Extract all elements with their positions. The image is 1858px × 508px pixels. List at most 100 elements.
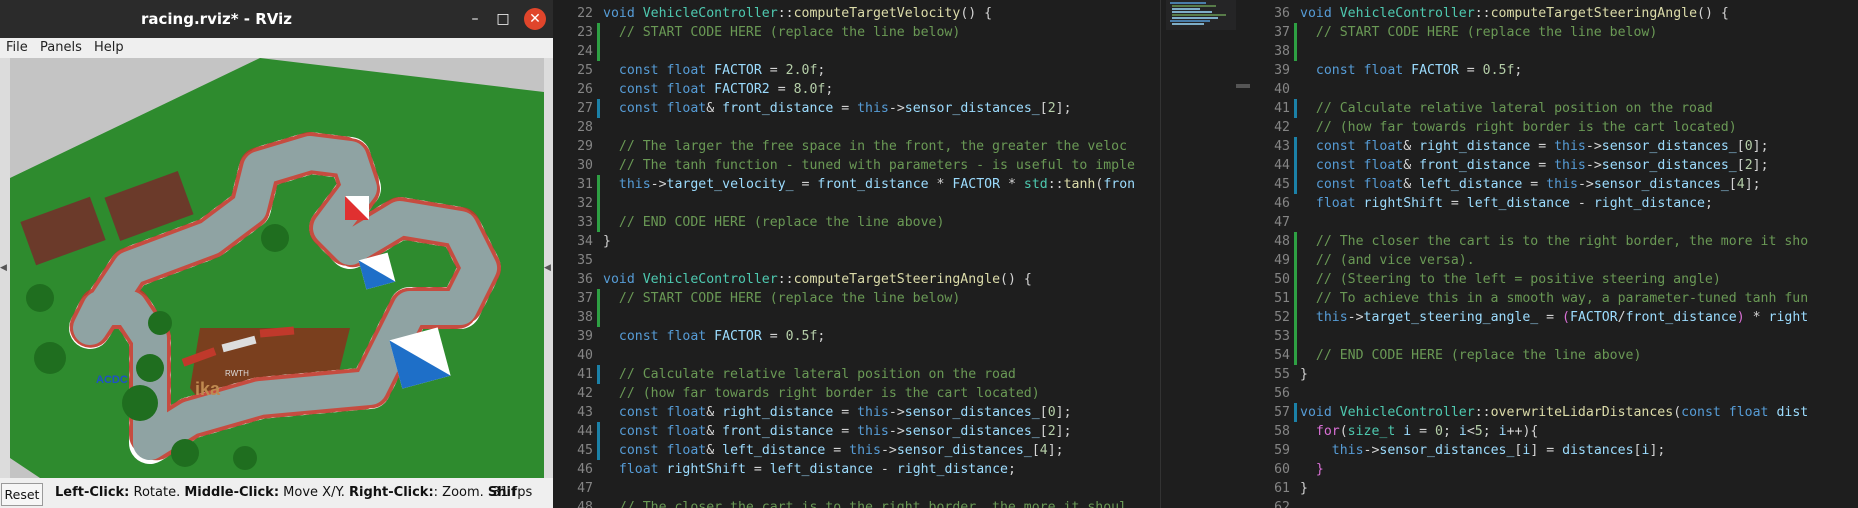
right-code-line[interactable]: 45 const float& left_distance = this->se… bbox=[1250, 175, 1761, 194]
git-change-marker bbox=[597, 175, 600, 232]
editor-pane-left[interactable]: 22 void VehicleController::computeTargetV… bbox=[553, 0, 1160, 508]
fps-counter: 31 fps bbox=[492, 485, 533, 500]
right-code-line[interactable]: 37 // START CODE HERE (replace the line … bbox=[1250, 23, 1657, 42]
right-code-line[interactable]: 60 } bbox=[1250, 460, 1324, 479]
left-code-line[interactable]: 25 const float FACTOR = 2.0f; bbox=[553, 61, 825, 80]
left-code-line[interactable]: 24 bbox=[553, 42, 603, 61]
menu-panels[interactable]: Panels bbox=[40, 40, 82, 55]
right-code-line[interactable]: 57 void VehicleController::overwriteLidar… bbox=[1250, 403, 1808, 422]
code-token: ]; bbox=[1055, 405, 1072, 420]
left-code-line[interactable]: 48 // The closer the cart is to the righ… bbox=[553, 498, 1127, 508]
right-dock-handle[interactable]: ◀ bbox=[544, 58, 553, 478]
right-code-line[interactable]: 62 bbox=[1250, 498, 1300, 508]
code-token: // (how far towards right border is the … bbox=[618, 386, 1040, 401]
code-token: ; bbox=[1482, 424, 1499, 439]
logo-ika: ika bbox=[195, 379, 221, 399]
left-code-line[interactable]: 42 // (how far towards right border is t… bbox=[553, 384, 1040, 403]
left-code-line[interactable]: 41 // Calculate relative lateral positio… bbox=[553, 365, 1016, 384]
code-token: void bbox=[1300, 6, 1340, 21]
left-code-line[interactable]: 46 float rightShift = left_distance - ri… bbox=[553, 460, 1016, 479]
right-code-line[interactable]: 40 bbox=[1250, 80, 1300, 99]
left-code-line[interactable]: 28 bbox=[553, 118, 603, 137]
code-token: dist bbox=[1776, 405, 1809, 420]
code-token: * bbox=[928, 177, 953, 192]
window-title: racing.rviz* - RViz bbox=[141, 10, 292, 28]
left-code-line[interactable]: 39 const float FACTOR = 0.5f; bbox=[553, 327, 825, 346]
code-token: // START CODE HERE (replace the line bel… bbox=[1315, 25, 1658, 40]
right-code-line[interactable]: 39 const float FACTOR = 0.5f; bbox=[1250, 61, 1522, 80]
right-code-line[interactable]: 44 const float& front_distance = this->s… bbox=[1250, 156, 1768, 175]
right-code-line[interactable]: 42 // (how far towards right border is t… bbox=[1250, 118, 1737, 137]
code-token: FACTOR bbox=[1570, 310, 1618, 325]
right-code-line[interactable]: 52 this->target_steering_angle_ = (FACTO… bbox=[1250, 308, 1808, 327]
code-token: float bbox=[618, 462, 667, 477]
line-number: 38 bbox=[577, 310, 593, 325]
left-code-line[interactable]: 33 // END CODE HERE (replace the line ab… bbox=[553, 213, 944, 232]
minimap-slider[interactable] bbox=[1236, 84, 1250, 88]
right-code-line[interactable]: 50 // (Steering to the left = positive s… bbox=[1250, 270, 1721, 289]
right-code-line[interactable]: 53 bbox=[1250, 327, 1300, 346]
left-code-line[interactable]: 32 bbox=[553, 194, 603, 213]
right-code-line[interactable]: 38 bbox=[1250, 42, 1300, 61]
minimap-column[interactable] bbox=[1160, 0, 1251, 508]
close-button[interactable]: ✕ bbox=[524, 8, 546, 30]
code-token: 0 bbox=[1744, 139, 1753, 154]
window-titlebar[interactable]: racing.rviz* - RViz – □ ✕ bbox=[0, 0, 553, 38]
right-code-line[interactable]: 59 this->sensor_distances_[i] = distance… bbox=[1250, 441, 1665, 460]
code-token: 2 bbox=[1744, 158, 1753, 173]
code-token: const float bbox=[1315, 158, 1404, 173]
right-code-line[interactable]: 49 // (and vice versa). bbox=[1250, 251, 1475, 270]
left-code-line[interactable]: 38 bbox=[553, 308, 603, 327]
editor-pane-right[interactable]: 36 void VehicleController::computeTargetS… bbox=[1250, 0, 1858, 508]
left-code-line[interactable]: 47 bbox=[553, 479, 603, 498]
logo-acdc: ACDC bbox=[96, 374, 128, 386]
right-code-line[interactable]: 41 // Calculate relative lateral positio… bbox=[1250, 99, 1713, 118]
left-code-line[interactable]: 44 const float& front_distance = this->s… bbox=[553, 422, 1071, 441]
right-code-line[interactable]: 55} bbox=[1250, 365, 1308, 384]
left-code-line[interactable]: 35 bbox=[553, 251, 603, 270]
left-code-line[interactable]: 37 // START CODE HERE (replace the line … bbox=[553, 289, 960, 308]
menu-help[interactable]: Help bbox=[94, 40, 124, 55]
race-track-scene[interactable]: ACDC ika RWTH bbox=[10, 58, 544, 478]
right-code-line[interactable]: 46 float rightShift = left_distance - ri… bbox=[1250, 194, 1713, 213]
right-code-line[interactable]: 56 bbox=[1250, 384, 1300, 403]
left-code-line[interactable]: 43 const float& right_distance = this->s… bbox=[553, 403, 1072, 422]
menu-file[interactable]: File bbox=[6, 40, 28, 55]
reset-button[interactable]: Reset bbox=[1, 483, 43, 506]
left-code-line[interactable]: 30 // The tanh function - tuned with par… bbox=[553, 156, 1135, 175]
code-token: 4 bbox=[1039, 443, 1048, 458]
code-token: - bbox=[872, 462, 897, 477]
right-code-line[interactable]: 58 for(size_t i = 0; i<5; i++){ bbox=[1250, 422, 1538, 441]
minimap[interactable] bbox=[1166, 0, 1236, 30]
left-code-line[interactable]: 34} bbox=[553, 232, 611, 251]
code-token: this bbox=[857, 424, 889, 439]
right-code-line[interactable]: 36 void VehicleController::computeTargetS… bbox=[1250, 4, 1729, 23]
code-token: ( bbox=[1562, 310, 1570, 325]
right-code-line[interactable]: 48 // The closer the cart is to the righ… bbox=[1250, 232, 1808, 251]
right-code-line[interactable]: 51 // To achieve this in a smooth way, a… bbox=[1250, 289, 1808, 308]
right-code-line[interactable]: 54 // END CODE HERE (replace the line ab… bbox=[1250, 346, 1641, 365]
left-code-line[interactable]: 40 bbox=[553, 346, 603, 365]
right-code-line[interactable]: 47 bbox=[1250, 213, 1300, 232]
code-token: fron bbox=[1103, 177, 1136, 192]
code-token: -> bbox=[1585, 139, 1602, 154]
left-code-line[interactable]: 31 this->target_velocity_ = front_distan… bbox=[553, 175, 1135, 194]
code-token: ]; bbox=[1055, 101, 1072, 116]
left-code-line[interactable]: 29 // The larger the free space in the f… bbox=[553, 137, 1127, 156]
right-code-line[interactable]: 61} bbox=[1250, 479, 1308, 498]
render-view[interactable]: ◀ ACDC ika RWTH ◀ bbox=[0, 58, 553, 478]
left-code-line[interactable]: 27 const float& front_distance = this->s… bbox=[553, 99, 1072, 118]
left-code-line[interactable]: 26 const float FACTOR2 = 8.0f; bbox=[553, 80, 833, 99]
left-code-line[interactable]: 36 void VehicleController::computeTargetS… bbox=[553, 270, 1032, 289]
maximize-button[interactable]: □ bbox=[492, 8, 514, 30]
minimize-button[interactable]: – bbox=[464, 8, 486, 30]
left-code-line[interactable]: 22 void VehicleController::computeTargetV… bbox=[553, 4, 992, 23]
left-code-line[interactable]: 23 // START CODE HERE (replace the line … bbox=[553, 23, 960, 42]
right-code-line[interactable]: 43 const float& right_distance = this->s… bbox=[1250, 137, 1768, 156]
line-number: 42 bbox=[1274, 120, 1290, 135]
left-dock-handle[interactable]: ◀ bbox=[0, 58, 10, 478]
left-code-line[interactable]: 45 const float& left_distance = this->se… bbox=[553, 441, 1064, 460]
